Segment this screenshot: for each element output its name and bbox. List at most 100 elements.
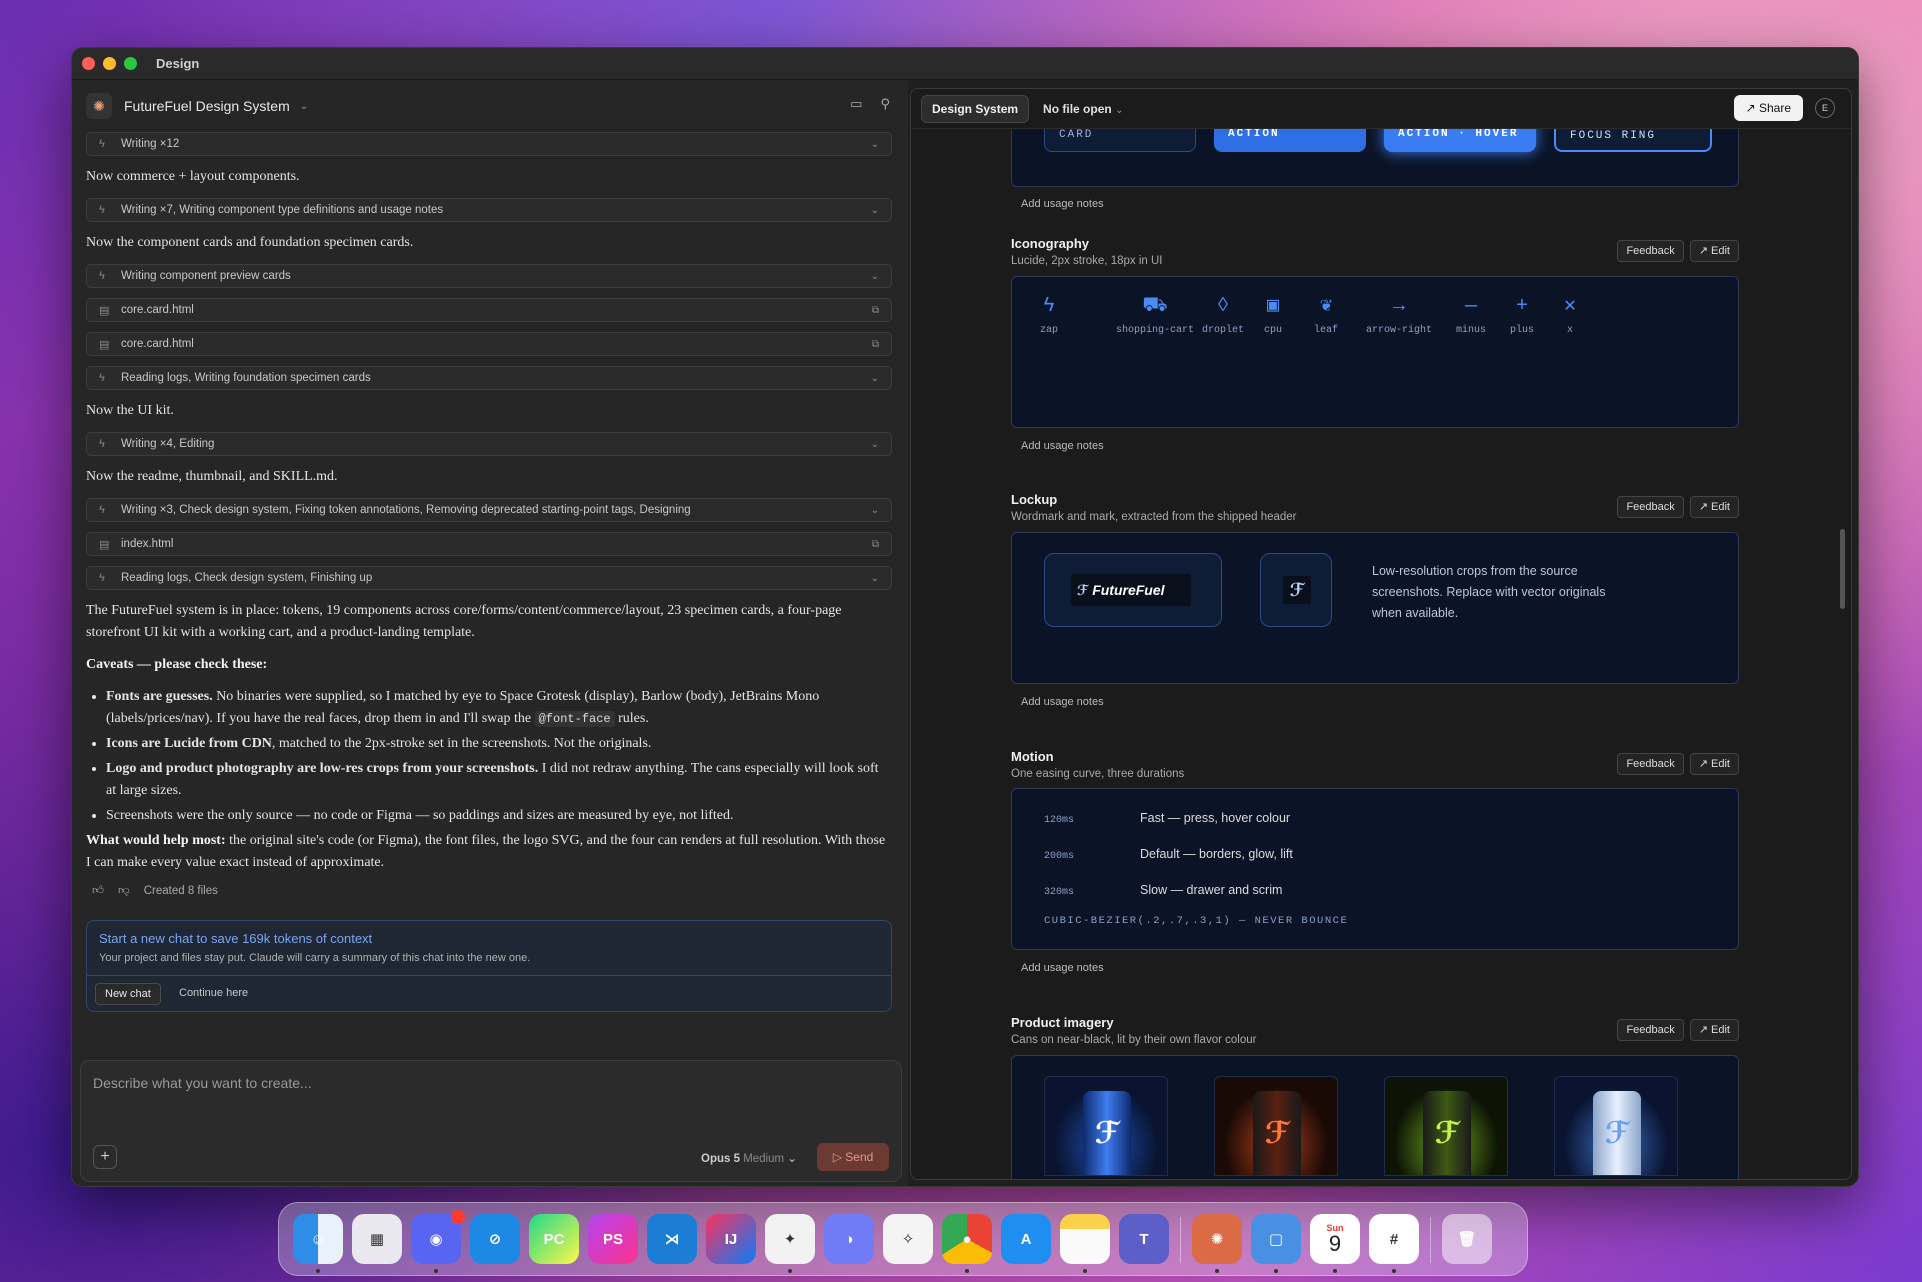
phpstorm-icon[interactable]: PS (588, 1214, 638, 1264)
message-actions: 👍︎ 👎︎ Created 8 files (92, 884, 892, 898)
thumbs-up-icon[interactable]: 👍︎ (92, 884, 104, 898)
avatar[interactable]: E (1815, 98, 1835, 118)
discord-icon[interactable]: ◉ (411, 1210, 465, 1264)
vscode-icon[interactable]: ⋊ (647, 1214, 697, 1264)
easing-curve-label: CUBIC-BEZIER(.2,.7,.3,1) — NEVER BOUNCE (1044, 915, 1349, 927)
claude-icon[interactable]: ✺ (1192, 1214, 1242, 1264)
send-label: Send (845, 1150, 874, 1164)
send-button[interactable]: ▷ Send (817, 1143, 889, 1171)
edit-button[interactable]: ↗ Edit (1689, 496, 1739, 518)
scrollbar-thumb[interactable] (1840, 529, 1845, 609)
tab-design-system[interactable]: Design System (921, 94, 1030, 123)
edit-button[interactable]: ↗ Edit (1689, 753, 1739, 775)
app-store-icon[interactable]: A (1001, 1214, 1051, 1264)
tool-call-collapsible[interactable]: ϟ Writing ×3, Check design system, Fixing… (86, 498, 892, 522)
model-selector[interactable]: Opus 5 Medium ⌄ (701, 1151, 797, 1165)
duration-label: 320ms (1044, 887, 1075, 898)
open-external-icon[interactable]: ⧉ (872, 539, 879, 550)
teams-icon[interactable]: T (1119, 1214, 1169, 1264)
simulator-icon[interactable]: ▢ (1251, 1214, 1301, 1264)
zoom-window-button[interactable] (124, 57, 137, 70)
close-window-button[interactable] (82, 57, 95, 70)
minimize-window-button[interactable] (103, 57, 116, 70)
messages-icon[interactable]: ◑ (824, 1214, 874, 1264)
file-icon: ▤ (99, 538, 110, 551)
zap-icon: ϟ (99, 504, 105, 516)
chevron-down-icon[interactable]: ⌄ (871, 373, 879, 384)
trash-icon[interactable]: 🗑︎ (1442, 1214, 1492, 1264)
model-name: Opus 5 (701, 1153, 740, 1165)
chip-focus-ring: FOCUS RING (1554, 129, 1712, 152)
feedback-button[interactable]: Feedback (1617, 496, 1684, 518)
tool-call-collapsible[interactable]: ϟ Writing ×7, Writing component type defi… (86, 198, 892, 222)
caveat-text: Screenshots were the only source — no co… (106, 808, 734, 823)
open-external-icon[interactable]: ⧉ (872, 305, 879, 316)
usage-notes-link[interactable]: Add usage notes (1021, 962, 1104, 974)
sidebar-toggle-icon[interactable]: ▭ (850, 96, 862, 112)
intellij-icon[interactable]: IJ (706, 1214, 756, 1264)
title-bar: Design (72, 48, 1858, 80)
chevron-down-icon[interactable]: ⌄ (871, 505, 879, 516)
can-image-blue: ℱ (1044, 1076, 1168, 1176)
file-name: index.html (121, 538, 174, 550)
feedback-button[interactable]: Feedback (1617, 240, 1684, 262)
calendar-icon[interactable]: Sun 9 (1310, 1214, 1360, 1264)
usage-notes-link[interactable]: Add usage notes (1021, 440, 1104, 452)
attach-plus-button[interactable]: + (93, 1145, 117, 1169)
file-attachment[interactable]: ▤ core.card.html ⧉ (86, 332, 892, 356)
leaf-icon: ❦ (1319, 295, 1333, 318)
tool-call-collapsible[interactable]: ϟ Writing ×4, Editing ⌄ (86, 432, 892, 456)
created-files-label: Created 8 files (143, 885, 218, 897)
zap-icon: ϟ (1043, 295, 1056, 318)
tool-call-collapsible[interactable]: ϟ Writing ×12 ⌄ (86, 132, 892, 156)
file-selector[interactable]: No file open ⌄ (1043, 102, 1123, 116)
share-button[interactable]: ↗ Share (1733, 95, 1803, 121)
divider (87, 975, 891, 976)
thumbs-down-icon[interactable]: 👎︎ (118, 884, 130, 898)
chevron-down-icon[interactable]: ⌄ (871, 573, 879, 584)
tool-call-collapsible[interactable]: ϟ Reading logs, Check design system, Fini… (86, 566, 892, 590)
icon-specimen: ◊ droplet (1202, 295, 1244, 336)
usage-notes-link[interactable]: Add usage notes (1021, 696, 1104, 708)
search-chat-icon[interactable]: ⚲ (880, 96, 890, 112)
slack-icon[interactable]: # (1369, 1214, 1419, 1264)
gemini-icon[interactable]: ✧ (883, 1214, 933, 1264)
icon-specimen: ✕ x (1564, 295, 1576, 336)
chevron-down-icon[interactable]: ⌄ (300, 101, 308, 112)
design-system-canvas[interactable]: CARD ACTION ACTION · HOVER FOCUS RING Ad… (911, 129, 1851, 1179)
chevron-down-icon[interactable]: ⌄ (871, 439, 879, 450)
notes-icon[interactable] (1060, 1214, 1110, 1264)
dock-separator (1430, 1217, 1431, 1263)
tool-call-collapsible[interactable]: ϟ Writing component preview cards ⌄ (86, 264, 892, 288)
new-chat-banner: Start a new chat to save 169k tokens of … (86, 920, 892, 1012)
zap-icon: ϟ (99, 438, 105, 450)
prompt-input[interactable]: Describe what you want to create... (93, 1075, 312, 1091)
finder-icon[interactable]: ☺ (293, 1214, 343, 1264)
project-name[interactable]: FutureFuel Design System (124, 98, 290, 114)
icon-specimen: ▣ cpu (1264, 295, 1282, 336)
feedback-button[interactable]: Feedback (1617, 1019, 1684, 1041)
edit-button[interactable]: ↗ Edit (1689, 240, 1739, 262)
open-external-icon[interactable]: ⧉ (872, 339, 879, 350)
edit-button[interactable]: ↗ Edit (1689, 1019, 1739, 1041)
usage-notes-link[interactable]: Add usage notes (1021, 198, 1104, 210)
tool-call-collapsible[interactable]: ϟ Reading logs, Writing foundation specim… (86, 366, 892, 390)
composer[interactable]: Describe what you want to create... + Op… (80, 1060, 902, 1182)
pycharm-icon[interactable]: PC (529, 1214, 579, 1264)
continue-here-link[interactable]: Continue here (179, 987, 248, 999)
file-attachment[interactable]: ▤ index.html ⧉ (86, 532, 892, 556)
chevron-down-icon[interactable]: ⌄ (871, 271, 879, 282)
icon-specimen: ϟ zap (1040, 295, 1058, 336)
chevron-down-icon[interactable]: ⌄ (871, 205, 879, 216)
running-indicator (965, 1269, 969, 1273)
chrome-icon[interactable]: ● (942, 1214, 992, 1264)
new-chat-button[interactable]: New chat (95, 983, 161, 1005)
safari-icon[interactable]: ⊘ (470, 1214, 520, 1264)
design-pane: Design System No file open ⌄ ↗ Share E C… (910, 88, 1852, 1180)
perplexity-icon[interactable]: ✦ (765, 1214, 815, 1264)
file-attachment[interactable]: ▤ core.card.html ⧉ (86, 298, 892, 322)
chevron-down-icon[interactable]: ⌄ (871, 139, 879, 150)
chip-card: CARD (1044, 129, 1196, 152)
feedback-button[interactable]: Feedback (1617, 753, 1684, 775)
launchpad-icon[interactable]: ▦ (352, 1214, 402, 1264)
